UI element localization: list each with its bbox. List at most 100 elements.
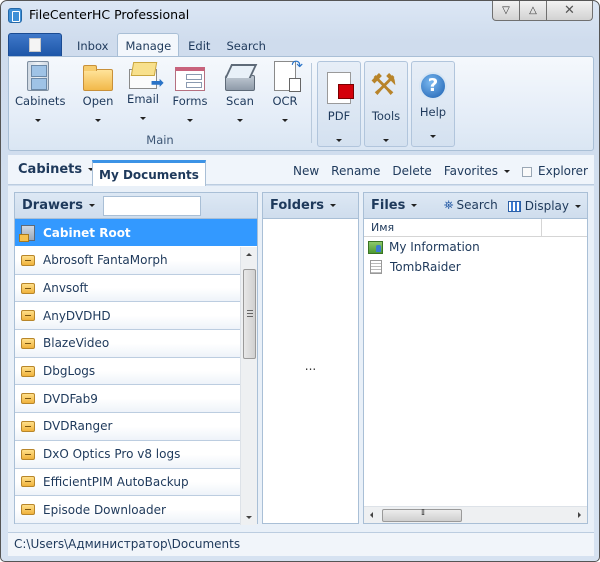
files-toolbar: ⛯ Search Display	[444, 198, 581, 213]
open-label: Open	[82, 94, 114, 108]
drawer-icon	[21, 282, 35, 294]
ribbon-separator	[311, 63, 312, 143]
main-content: Drawers Cabinet Root Abrosoft FantaMorph…	[8, 186, 594, 532]
drawer-item[interactable]: Episode Downloader	[15, 496, 241, 524]
files-dropdown[interactable]: Files	[371, 198, 418, 213]
cabinet-root-row[interactable]: Cabinet Root	[15, 219, 257, 246]
folders-header[interactable]: Folders	[263, 193, 358, 219]
scroll-up-icon[interactable]	[246, 253, 252, 256]
dropdown-arrow-icon	[95, 119, 101, 122]
drawers-header: Drawers	[15, 193, 257, 219]
cabinets-dropdown-label: Cabinets	[18, 162, 83, 177]
drawer-filter-input[interactable]	[102, 195, 201, 216]
email-label: Email	[127, 92, 159, 106]
ocr-icon	[274, 58, 303, 92]
scroll-left-icon[interactable]	[370, 512, 373, 518]
explorer-toggle[interactable]: Explorer	[522, 164, 588, 178]
email-button[interactable]: Email	[120, 61, 166, 133]
cabinets-button[interactable]: Cabinets	[15, 61, 65, 133]
drawer-item[interactable]: BlazeVideo	[15, 330, 241, 358]
explorer-checkbox[interactable]	[522, 166, 533, 177]
drawer-icon	[21, 254, 35, 266]
scroll-right-icon[interactable]	[578, 512, 581, 518]
drawers-scrollbar[interactable]	[240, 247, 257, 525]
file-name: TombRaider	[390, 260, 461, 274]
tools-label: Tools	[371, 109, 401, 123]
ocr-button[interactable]: OCR	[262, 58, 308, 133]
drawer-item[interactable]: DxO Optics Pro v8 logs	[15, 440, 241, 469]
drawer-icon	[21, 337, 35, 349]
rename-button[interactable]: Rename	[331, 164, 380, 178]
dropdown-arrow-icon	[140, 117, 146, 120]
column-name[interactable]: Имя	[364, 219, 542, 236]
drawer-item[interactable]: AnyDVDHD	[15, 302, 241, 331]
close-button[interactable]: ✕	[547, 1, 593, 21]
files-horizontal-scrollbar[interactable]	[364, 506, 587, 523]
drawers-panel: Drawers Cabinet Root Abrosoft FantaMorph…	[14, 192, 258, 525]
file-item[interactable]: My Information	[364, 237, 587, 257]
tab-edit[interactable]: Edit	[181, 35, 217, 57]
favorites-dropdown[interactable]: Favorites	[443, 164, 511, 178]
favorites-label: Favorites	[443, 164, 499, 178]
files-column-header: Имя	[364, 219, 587, 237]
drawer-label: DVDRanger	[43, 419, 113, 434]
drawers-title: Drawers	[22, 198, 83, 213]
pdf-button[interactable]: PDF	[317, 61, 361, 147]
drawer-icon	[21, 420, 35, 432]
drawer-item[interactable]: DVDFab9	[15, 385, 241, 414]
contact-card-icon	[368, 240, 383, 254]
current-path: C:\Users\Администратор\Documents	[14, 537, 241, 551]
dropdown-arrow-icon	[282, 119, 288, 122]
file-name: My Information	[389, 240, 480, 254]
new-button[interactable]: New	[293, 164, 319, 178]
forms-label: Forms	[172, 94, 208, 108]
cabinets-dropdown[interactable]: Cabinets	[18, 162, 95, 177]
help-button[interactable]: ? Help	[411, 61, 455, 147]
scanner-icon	[225, 75, 255, 91]
files-panel: Files ⛯ Search Display Имя My Information…	[363, 192, 588, 524]
drawers-dropdown[interactable]: Drawers	[22, 198, 95, 213]
files-display-button[interactable]: Display	[507, 198, 581, 213]
drawer-label: DxO Optics Pro v8 logs	[43, 447, 181, 462]
tab-search[interactable]: Search	[219, 35, 273, 57]
folders-title: Folders	[270, 198, 325, 213]
drawer-icon	[21, 393, 35, 405]
scrollbar-thumb[interactable]	[382, 508, 462, 522]
file-item[interactable]: TombRaider	[364, 257, 587, 277]
drawer-icon	[21, 365, 35, 377]
maximize-button[interactable]: △	[520, 1, 547, 21]
chevron-down-icon	[411, 204, 418, 207]
forms-button[interactable]: Forms	[167, 61, 213, 133]
drawer-icon	[21, 448, 35, 460]
display-label: Display	[524, 198, 569, 213]
cabinet-root-label: Cabinet Root	[43, 225, 131, 240]
ribbon-panel: Cabinets Open Email Forms Scan	[8, 56, 594, 151]
drawer-item[interactable]: DbgLogs	[15, 357, 241, 386]
tab-inbox[interactable]: Inbox	[70, 35, 115, 57]
files-search-button[interactable]: ⛯ Search	[444, 198, 498, 213]
drawer-item[interactable]: Abrosoft FantaMorph	[15, 247, 241, 275]
tools-button[interactable]: Tools	[364, 61, 408, 147]
minimize-button[interactable]: ▽	[492, 1, 520, 21]
open-button[interactable]: Open	[75, 61, 121, 133]
cabinet-actions: New Rename Delete Favorites Explorer	[293, 164, 588, 178]
drawer-item[interactable]: DVDRanger	[15, 413, 241, 441]
drawer-item[interactable]: EfficientPIM AutoBackup	[15, 468, 241, 497]
app-window: FileCenterHC Professional ▽ △ ✕ Inbox Ma…	[0, 0, 600, 562]
chevron-down-icon	[88, 204, 95, 207]
dropdown-arrow-icon	[187, 119, 193, 122]
folders-tree[interactable]: ...	[263, 219, 358, 523]
scrollbar-thumb[interactable]	[243, 269, 256, 359]
window-title: FileCenterHC Professional	[29, 7, 190, 22]
drawer-label: AnyDVDHD	[43, 308, 111, 323]
scroll-down-icon[interactable]	[246, 516, 252, 519]
drawer-label: DbgLogs	[43, 364, 96, 379]
tab-manage[interactable]: Manage	[117, 33, 180, 57]
application-menu-button[interactable]	[8, 33, 62, 57]
window-controls: ▽ △ ✕	[492, 1, 593, 21]
drawer-item[interactable]: Anvsoft	[15, 274, 241, 303]
delete-button[interactable]: Delete	[392, 164, 431, 178]
tab-my-documents[interactable]: My Documents	[92, 160, 206, 186]
scan-button[interactable]: Scan	[217, 61, 263, 133]
tools-icon	[370, 68, 402, 104]
